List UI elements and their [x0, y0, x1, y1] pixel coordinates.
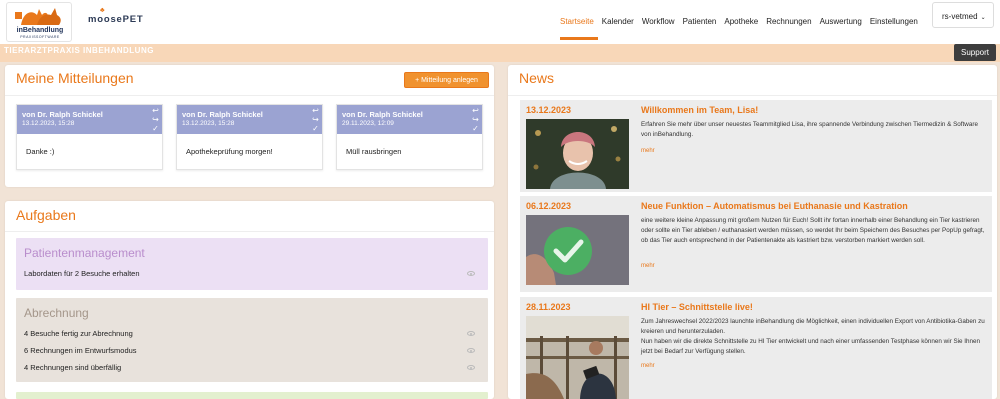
news-text-paragraph: Nun haben wir die direkte Schnittstelle … — [641, 338, 981, 355]
news-headline[interactable]: Neue Funktion – Automatismus bei Euthana… — [641, 201, 908, 211]
partner-logo-text: moosePET — [88, 14, 144, 25]
task-item[interactable]: Labordaten für 2 Besuche erhalten — [24, 269, 140, 278]
check-icon[interactable]: ✓ — [311, 125, 320, 133]
logo-subtitle: PRAXISSOFTWARE — [20, 35, 60, 39]
message-from: von Dr. Ralph Schickel — [182, 110, 263, 119]
reply-icon[interactable]: ↩ — [151, 107, 160, 115]
inbehandlung-logo[interactable]: inBehandlung PRAXISSOFTWARE — [6, 2, 72, 42]
news-text: Zum Jahreswechsel 2022/2023 launchte inB… — [641, 317, 986, 357]
news-headline[interactable]: Willkommen im Team, Lisa! — [641, 105, 758, 115]
reply-icon[interactable]: ↩ — [311, 107, 320, 115]
divider — [5, 95, 494, 96]
message-card[interactable]: von Dr. Ralph Schickel 29.11.2023, 12:09… — [336, 104, 483, 170]
news-text: eine weitere kleine Anpassung mit großem… — [641, 217, 985, 244]
news-date: 13.12.2023 — [526, 105, 572, 115]
news-text: Erfahren Sie mehr über unser neuestes Te… — [641, 121, 978, 138]
task-group-title: Patientenmanagement — [24, 246, 145, 260]
news-panel: News 13.12.2023 Willkommen im Team, Lisa… — [508, 65, 997, 399]
tasks-title: Aufgaben — [16, 207, 76, 223]
user-name: rs-vetmed — [942, 12, 978, 21]
task-item[interactable]: 4 Besuche fertig zur Abrechnung — [24, 329, 133, 338]
message-from: von Dr. Ralph Schickel — [342, 110, 423, 119]
messages-panel: Meine Mitteilungen + Mitteilung anlegen … — [5, 65, 494, 187]
active-nav-indicator — [560, 37, 598, 40]
news-image-farm[interactable] — [526, 316, 629, 399]
message-text: Apothekeprüfung morgen! — [186, 147, 273, 156]
eye-icon[interactable] — [467, 365, 475, 370]
news-more-link[interactable]: mehr — [641, 263, 655, 269]
forward-icon[interactable]: ↪ — [151, 116, 160, 124]
message-text: Danke :) — [26, 147, 55, 156]
divider — [508, 95, 997, 96]
add-message-button[interactable]: + Mitteilung anlegen — [404, 72, 489, 88]
eye-icon[interactable] — [467, 331, 475, 336]
nav-auswertung[interactable]: Auswertung — [820, 17, 862, 26]
task-item[interactable]: 4 Rechnungen sind überfällig — [24, 363, 121, 372]
nav-startseite[interactable]: Startseite — [560, 17, 594, 26]
tasks-panel: Aufgaben Patientenmanagement Labordaten … — [5, 201, 494, 399]
news-image-portrait[interactable] — [526, 119, 629, 189]
user-menu-button[interactable]: rs-vetmed ⌄ — [932, 2, 994, 28]
message-card[interactable]: von Dr. Ralph Schickel 13.12.2023, 15:28… — [16, 104, 163, 170]
message-date: 29.11.2023, 12:09 — [342, 120, 394, 127]
logo-name: inBehandlung — [16, 27, 64, 34]
task-item[interactable]: 6 Rechnungen im Entwurfsmodus — [24, 346, 137, 355]
message-card-header: von Dr. Ralph Schickel 29.11.2023, 12:09… — [337, 105, 482, 134]
top-bar: inBehandlung PRAXISSOFTWARE ♣ moosePET S… — [0, 0, 1000, 44]
news-text-paragraph: Zum Jahreswechsel 2022/2023 launchte inB… — [641, 318, 985, 335]
message-date: 13.12.2023, 15:28 — [182, 120, 235, 127]
support-button[interactable]: Support — [954, 44, 996, 61]
task-group-next — [16, 392, 488, 399]
message-text: Müll rausbringen — [346, 147, 402, 156]
practice-band: TIERARZTPRAXIS INBEHANDLUNG — [0, 44, 1000, 62]
moosepet-logo[interactable]: ♣ moosePET — [88, 7, 144, 25]
task-group-title: Abrechnung — [24, 306, 89, 320]
eye-icon[interactable] — [467, 348, 475, 353]
message-card-header: von Dr. Ralph Schickel 13.12.2023, 15:28… — [177, 105, 322, 134]
news-image-checkmark[interactable] — [526, 215, 629, 285]
nav-rechnungen[interactable]: Rechnungen — [766, 17, 811, 26]
reply-icon[interactable]: ↩ — [471, 107, 480, 115]
task-group-abrechnung: Abrechnung 4 Besuche fertig zur Abrechnu… — [16, 298, 488, 382]
news-more-link[interactable]: mehr — [641, 148, 655, 154]
forward-icon[interactable]: ↪ — [471, 116, 480, 124]
news-title: News — [519, 70, 555, 86]
news-item: 06.12.2023 Neue Funktion – Automatismus … — [520, 196, 992, 292]
nav-apotheke[interactable]: Apotheke — [724, 17, 758, 26]
divider — [5, 231, 494, 232]
message-date: 13.12.2023, 15:28 — [22, 120, 75, 127]
main-nav: Startseite Kalender Workflow Patienten A… — [560, 17, 926, 40]
animals-logo-icon — [15, 8, 61, 25]
news-more-link[interactable]: mehr — [641, 363, 655, 369]
news-item: 28.11.2023 HI Tier – Schnittstelle live!… — [520, 297, 992, 399]
task-group-patientenmanagement: Patientenmanagement Labordaten für 2 Bes… — [16, 238, 488, 290]
messages-title: Meine Mitteilungen — [16, 70, 134, 86]
nav-patienten[interactable]: Patienten — [683, 17, 717, 26]
nav-workflow[interactable]: Workflow — [642, 17, 675, 26]
eye-icon[interactable] — [467, 271, 475, 276]
news-date: 28.11.2023 — [526, 302, 571, 312]
news-headline[interactable]: HI Tier – Schnittstelle live! — [641, 302, 753, 312]
nav-kalender[interactable]: Kalender — [602, 17, 634, 26]
nav-einstellungen[interactable]: Einstellungen — [870, 17, 918, 26]
practice-title: TIERARZTPRAXIS INBEHANDLUNG — [4, 46, 154, 55]
message-card-header: von Dr. Ralph Schickel 13.12.2023, 15:28… — [17, 105, 162, 134]
message-from: von Dr. Ralph Schickel — [22, 110, 103, 119]
news-item: 13.12.2023 Willkommen im Team, Lisa! Erf… — [520, 100, 992, 192]
forward-icon[interactable]: ↪ — [311, 116, 320, 124]
chevron-down-icon: ⌄ — [980, 15, 986, 21]
news-date: 06.12.2023 — [526, 201, 572, 211]
check-icon[interactable]: ✓ — [471, 125, 480, 133]
message-card[interactable]: von Dr. Ralph Schickel 13.12.2023, 15:28… — [176, 104, 323, 170]
check-icon[interactable]: ✓ — [151, 125, 160, 133]
paw-icon: ♣ — [100, 7, 106, 14]
